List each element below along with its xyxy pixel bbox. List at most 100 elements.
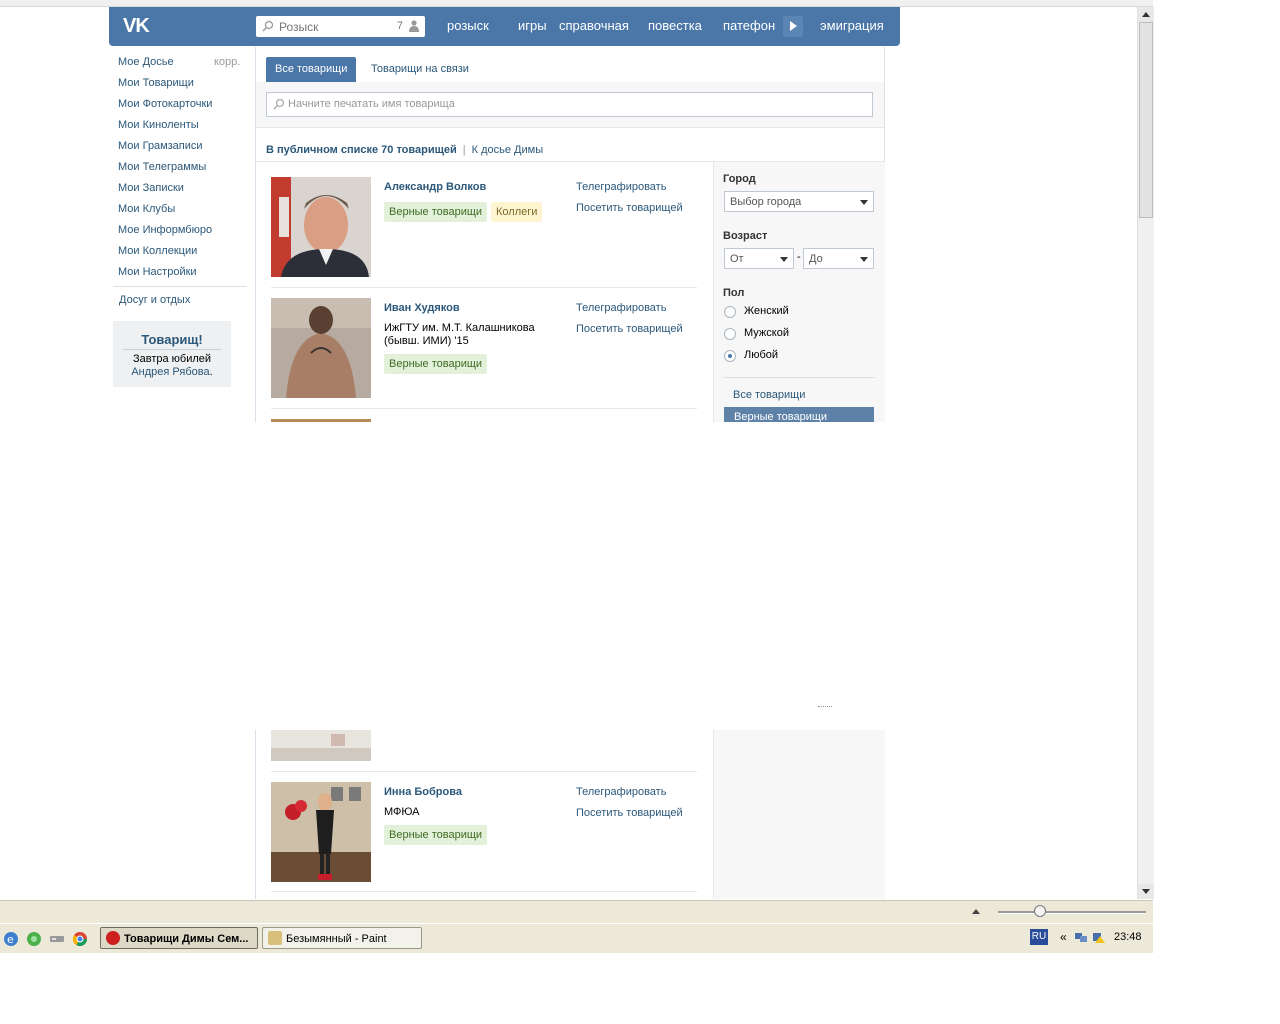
radio-male[interactable] <box>724 328 736 340</box>
friend-tag[interactable]: Верные товарищи <box>384 354 488 374</box>
friend-education: МФЮА <box>384 806 420 818</box>
friend-tag[interactable]: Верные товарищи <box>384 825 488 845</box>
tab-online-friends[interactable]: Товарищи на связи <box>371 57 469 82</box>
radio-any[interactable] <box>724 350 736 362</box>
filter-divider <box>723 377 875 378</box>
vk-logo[interactable]: VK <box>123 15 159 37</box>
scroll-up-button[interactable] <box>1138 7 1154 22</box>
menu-photos[interactable]: Мои Фотокарточки <box>118 98 212 110</box>
row-divider <box>271 408 697 409</box>
blank-area <box>0 422 255 730</box>
menu-edit-link[interactable]: корр. <box>214 56 240 68</box>
friend-name[interactable]: Александр Волков <box>384 181 486 193</box>
view-friends-link[interactable]: Посетить товарищей <box>576 202 683 214</box>
view-friends-link[interactable]: Посетить товарищей <box>576 807 683 819</box>
age-to-select[interactable]: До <box>803 248 874 269</box>
reminder-user-link[interactable]: Андрея Рябова <box>131 366 209 378</box>
network-icon[interactable] <box>1074 930 1088 944</box>
friend-photo[interactable] <box>271 782 371 882</box>
scroll-thumb[interactable] <box>1139 22 1153 218</box>
task-browser[interactable]: Товарищи Димы Сем... <box>100 927 258 949</box>
age-from-value: От <box>730 253 744 265</box>
menu-collections[interactable]: Мои Коллекции <box>118 245 197 257</box>
search-icon <box>273 98 285 110</box>
radio-female-label[interactable]: Женский <box>744 305 789 317</box>
opera-icon <box>106 931 120 945</box>
menu-dossier[interactable]: Мое Досье <box>118 56 174 68</box>
browser-top-band <box>0 0 1153 7</box>
menu-settings[interactable]: Мои Настройки <box>118 266 197 278</box>
age-from-select[interactable]: От <box>724 248 794 269</box>
radio-any-label[interactable]: Любой <box>744 349 778 361</box>
friend-name[interactable]: Инна Боброва <box>384 786 462 798</box>
friend-photo[interactable] <box>271 177 371 277</box>
menu-groups[interactable]: Мои Клубы <box>118 203 175 215</box>
nav-directory[interactable]: справочная <box>559 18 629 33</box>
svg-text:e: e <box>7 933 14 946</box>
search-count: 7 <box>396 20 403 32</box>
message-link[interactable]: Телеграфировать <box>576 181 666 193</box>
chevron-down-icon <box>780 257 788 262</box>
friends-count: В публичном списке 70 товарищей <box>266 144 457 156</box>
language-indicator[interactable]: RU <box>1030 929 1048 945</box>
messenger-icon[interactable] <box>26 931 42 947</box>
scroll-down-button[interactable] <box>1138 884 1154 899</box>
list-all-friends[interactable]: Все товарищи <box>733 389 805 401</box>
menu-notes[interactable]: Мои Записки <box>118 182 184 194</box>
task-browser-title: Товарищи Димы Сем... <box>124 933 249 945</box>
play-button[interactable] <box>783 16 803 37</box>
menu-videos[interactable]: Мои Киноленты <box>118 119 199 131</box>
warning-icon[interactable] <box>1092 930 1106 944</box>
radio-male-label[interactable]: Мужской <box>744 327 789 339</box>
taskbar: e Товарищи Димы Сем... Безымянный - Pain… <box>0 923 1153 953</box>
menu-leisure[interactable]: Досуг и отдых <box>119 294 190 306</box>
selection-dots <box>818 706 832 709</box>
radio-female[interactable] <box>724 306 736 318</box>
nav-notifications[interactable]: повестка <box>648 18 702 33</box>
menu-divider <box>113 286 247 287</box>
drive-icon[interactable] <box>49 931 65 947</box>
age-to-value: До <box>809 253 823 265</box>
ie-icon[interactable]: e <box>3 931 19 947</box>
menu-messages[interactable]: Мои Телеграммы <box>118 161 206 173</box>
header-search-input[interactable]: Розыск 7 <box>256 16 425 37</box>
birthday-reminder: Товарищ! Завтра юбилей Андрея Рябова. <box>113 321 231 387</box>
reminder-divider <box>123 349 221 350</box>
tab-all-friends[interactable]: Все товарищи <box>266 57 357 82</box>
sex-label: Пол <box>723 287 745 299</box>
nav-music[interactable]: патефон <box>723 18 775 33</box>
friend-tag[interactable]: Коллеги <box>491 202 543 222</box>
tabs-bar: Все товарищи Товарищи на связи <box>256 47 884 83</box>
nav-search[interactable]: розыск <box>447 18 489 33</box>
chrome-icon[interactable] <box>72 931 88 947</box>
menu-friends[interactable]: Мои Товарищи <box>118 77 194 89</box>
menu-audio[interactable]: Мои Грамзаписи <box>118 140 203 152</box>
nav-games[interactable]: игры <box>518 18 547 33</box>
menu-news[interactable]: Мое Информбюро <box>118 224 212 236</box>
tray-expand[interactable]: « <box>1060 930 1067 944</box>
task-paint[interactable]: Безымянный - Paint <box>262 927 422 949</box>
nav-exit[interactable]: эмиграция <box>820 18 884 33</box>
city-select[interactable]: Выбор города <box>724 191 874 212</box>
back-to-dossier-link[interactable]: К досье Димы <box>472 144 543 156</box>
age-label: Возраст <box>723 230 768 242</box>
vertical-scrollbar[interactable] <box>1137 7 1154 899</box>
system-tray: RU « 23:48 <box>1028 927 1152 949</box>
friend-name[interactable]: Иван Худяков <box>384 302 460 314</box>
user-icon <box>409 20 419 32</box>
arrow-up-icon[interactable] <box>972 909 980 914</box>
reminder-prefix: Завтра юбилей <box>132 353 212 365</box>
zoom-slider-knob[interactable] <box>1034 905 1046 917</box>
city-label: Город <box>723 173 756 185</box>
search-placeholder: Розыск <box>279 20 319 34</box>
message-link[interactable]: Телеграфировать <box>576 786 666 798</box>
zoom-slider-track[interactable] <box>998 911 1146 914</box>
chevron-down-icon <box>860 257 868 262</box>
view-friends-link[interactable]: Посетить товарищей <box>576 323 683 335</box>
friend-tag[interactable]: Верные товарищи <box>384 202 488 222</box>
task-paint-title: Безымянный - Paint <box>286 933 387 945</box>
row-divider <box>271 287 697 288</box>
friend-filter-input[interactable]: Начните печатать имя товарища <box>266 92 873 117</box>
friend-photo[interactable] <box>271 298 371 398</box>
message-link[interactable]: Телеграфировать <box>576 302 666 314</box>
